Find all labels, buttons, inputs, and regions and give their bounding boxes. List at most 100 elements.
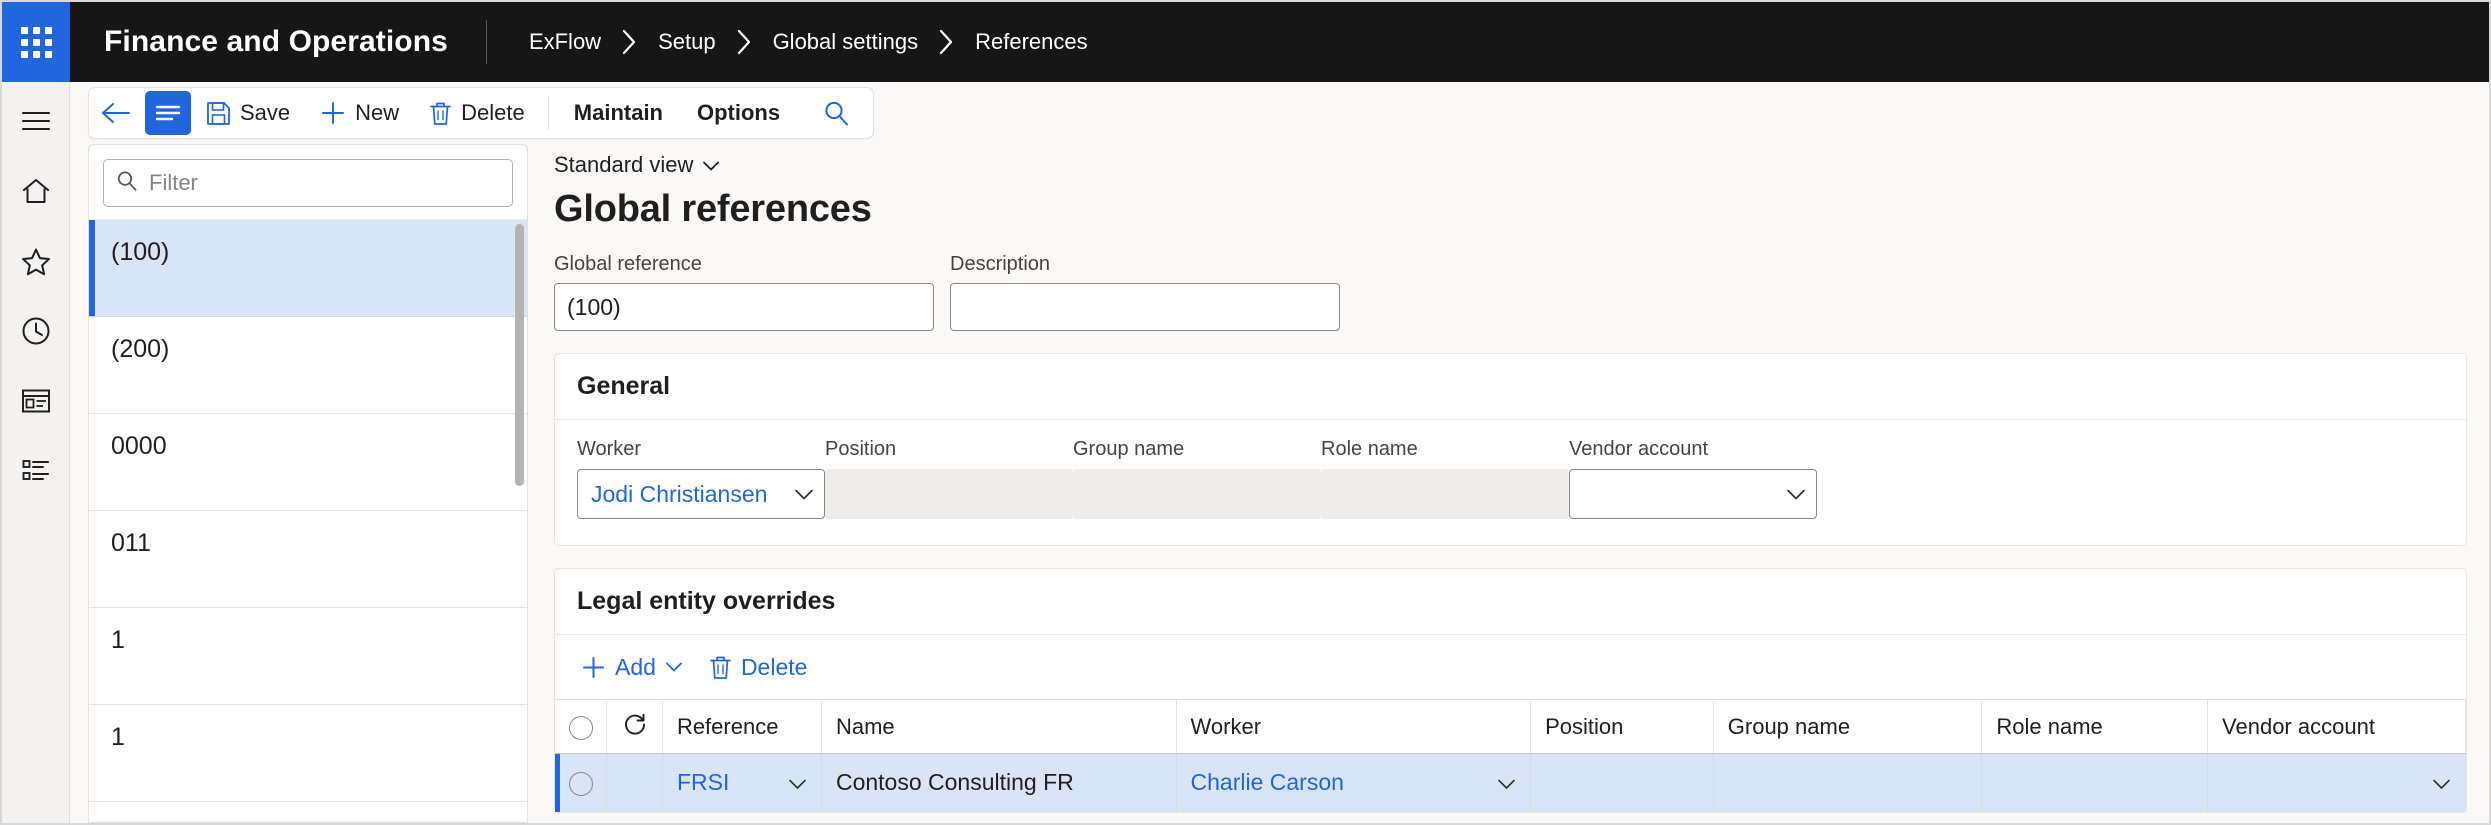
chevron-down-icon [702,152,720,178]
group-name-readonly-value [1073,469,1321,519]
list-icon[interactable] [12,450,60,492]
role-name-field: Role name [1321,438,1569,519]
chevron-right-icon [621,29,638,55]
command-bar: Save New Delete Maintain Options [88,87,875,139]
home-icon[interactable] [12,170,60,212]
application-body: Save New Delete Maintain Options Filter … [2,82,2489,823]
plus-icon [320,100,346,126]
list-item-label: 011 [111,529,151,557]
content-area: Save New Delete Maintain Options Filter … [70,82,2489,823]
breadcrumb-item-exflow[interactable]: ExFlow [529,29,601,55]
cell-group-name[interactable] [1713,753,1983,812]
global-reference-input[interactable]: (100) [554,283,934,331]
left-navigation-rail [2,82,70,823]
save-label: Save [240,100,291,125]
grid-delete-label: Delete [740,653,808,680]
view-selector[interactable]: Standard view [554,152,720,178]
list-item[interactable]: 1 [89,705,527,802]
select-all-circle-icon[interactable] [555,699,608,754]
list-item[interactable]: (200) [89,317,527,414]
list-item-label: (200) [111,335,170,363]
cell-position[interactable] [1530,753,1714,812]
chevron-right-icon [938,29,955,55]
worker-label: Worker [577,438,642,460]
new-button[interactable]: New [305,91,414,135]
chevron-down-icon [1497,769,1516,796]
legal-entity-overrides-grid: Reference Name Worker Position Group nam… [555,699,2466,812]
filter-box[interactable] [103,159,513,207]
legal-entity-overrides-title: Legal entity overrides [555,569,2466,635]
column-header-role-name[interactable]: Role name [1981,699,2209,754]
clock-icon[interactable] [12,310,60,352]
breadcrumb-item-references[interactable]: References [975,29,1088,55]
search-icon [116,170,138,197]
column-header-vendor-account[interactable]: Vendor account [2207,699,2466,754]
cell-role-name[interactable] [1981,753,2209,812]
column-header-worker[interactable]: Worker [1176,699,1532,754]
table-row[interactable]: FRSI Contoso Consulting FR Charlie Carso… [555,753,2466,812]
vendor-account-field: Vendor account [1569,438,1817,519]
column-header-name[interactable]: Name [821,699,1177,754]
worker-value: Jodi Christiansen [591,480,768,507]
add-label: Add [615,653,656,680]
column-header-position[interactable]: Position [1530,699,1714,754]
hamburger-icon[interactable] [12,100,60,142]
cell-name[interactable]: Contoso Consulting FR [821,753,1177,812]
view-selector-label: Standard view [554,152,694,177]
chevron-down-icon [788,769,807,796]
column-header-reference[interactable]: Reference [662,699,822,754]
maintain-menu[interactable]: Maintain [557,91,680,135]
worker-cell-combobox[interactable]: Charlie Carson [1191,769,1517,796]
command-divider [547,96,549,130]
description-input[interactable] [950,283,1340,331]
vendor-account-combobox[interactable] [1569,469,1817,519]
workspace-icon[interactable] [12,380,60,422]
refresh-icon[interactable] [606,699,663,754]
plus-icon [581,655,606,680]
description-field: Description [950,253,1340,331]
star-icon[interactable] [12,240,60,282]
save-button[interactable]: Save [191,91,305,135]
options-menu[interactable]: Options [680,91,797,135]
delete-button[interactable]: Delete [414,91,540,135]
global-reference-label: Global reference [554,253,702,275]
show-list-icon[interactable] [145,91,191,135]
row-radio[interactable] [568,772,593,797]
waffle-dots [20,26,52,58]
cell-reference[interactable]: FRSI [662,753,822,812]
vendor-account-cell-combobox[interactable] [2222,769,2451,796]
role-name-readonly-value [1321,469,1569,519]
worker-combobox[interactable]: Jodi Christiansen [577,469,825,519]
position-field: Position [825,438,1073,519]
breadcrumb-item-setup[interactable]: Setup [658,29,716,55]
role-name-label: Role name [1321,438,1418,460]
row-select-cell[interactable] [555,753,608,812]
app-launcher-icon[interactable] [2,2,70,82]
vendor-account-label: Vendor account [1569,438,1708,460]
column-header-group-name[interactable]: Group name [1713,699,1983,754]
list-scrollbar-thumb[interactable] [515,224,524,486]
list-item[interactable]: 1 [89,608,527,705]
list-item[interactable]: 0000 [89,414,527,511]
worker-cell-value: Charlie Carson [1190,769,1344,796]
records-list-panel: (100) (200) 0000 011 1 [88,144,528,823]
position-label: Position [825,438,897,460]
cell-worker[interactable]: Charlie Carson [1176,753,1532,812]
add-button[interactable]: Add [571,645,693,689]
form-area: Standard view Global references Global r… [528,144,2489,823]
reference-combobox[interactable]: FRSI [677,769,807,796]
list-item[interactable]: (100) [89,220,527,317]
cell-vendor-account[interactable] [2207,753,2466,812]
top-navigation-bar: Finance and Operations ExFlow Setup Glob… [2,2,2489,82]
filter-row [89,145,527,219]
list-item[interactable]: 011 [89,511,527,608]
list-item-label: 0000 [111,432,167,460]
back-arrow-icon[interactable] [89,91,143,135]
page-title: Global references [554,188,872,230]
grid-delete-button[interactable]: Delete [699,645,817,689]
search-icon[interactable] [809,91,863,135]
group-name-field: Group name [1073,438,1321,519]
select-all-radio[interactable] [568,715,593,740]
breadcrumb-item-global-settings[interactable]: Global settings [773,29,919,55]
filter-input[interactable] [149,170,500,196]
